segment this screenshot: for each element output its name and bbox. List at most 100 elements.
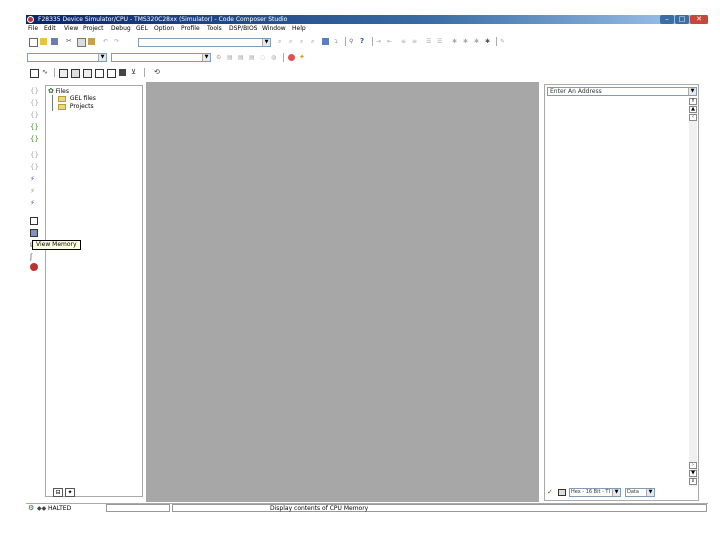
registers-icon[interactable]	[59, 69, 68, 78]
bookmark-icon[interactable]	[322, 38, 329, 45]
find-in-files-icon[interactable]: ⌕	[311, 38, 318, 45]
bookmark-list-icon[interactable]: ✱	[485, 38, 492, 45]
comment-icon[interactable]: ≡	[401, 38, 408, 45]
configuration-combo[interactable]: ▼	[111, 53, 211, 62]
symbol-browser-icon[interactable]	[107, 69, 116, 78]
bookmark-toggle-icon[interactable]: ✱	[452, 38, 459, 45]
animate-run-icon[interactable]: ⚡	[30, 199, 38, 207]
call-stack-icon[interactable]	[95, 69, 104, 78]
rebuild-icon[interactable]: ▤	[238, 54, 245, 61]
properties-icon[interactable]	[558, 489, 566, 496]
breakpoint-icon[interactable]	[288, 54, 295, 61]
menu-gel[interactable]: GEL	[136, 24, 148, 33]
file-view-tab[interactable]: ⊟	[53, 488, 63, 497]
menu-edit[interactable]: Edit	[44, 24, 56, 33]
find-icon[interactable]: ⌕	[278, 38, 285, 45]
scroll-top-icon[interactable]: ⇑	[689, 98, 697, 105]
menu-debug[interactable]: Debug	[111, 24, 131, 33]
registers-window-icon[interactable]	[30, 229, 38, 237]
memory-scrollbar[interactable]: ⇑ ▲ ‹ › ▼ ⇓	[689, 98, 697, 486]
find-prev-icon[interactable]: ⌕	[300, 38, 307, 45]
bookmark-next-icon[interactable]: ↴	[333, 38, 340, 45]
chevron-down-icon[interactable]: ▼	[688, 88, 696, 95]
uncomment-icon[interactable]: ≡	[412, 38, 419, 45]
binoculars-icon[interactable]: ⚲	[349, 38, 356, 45]
asm-step-over-icon[interactable]: {}	[30, 163, 39, 171]
menu-project[interactable]: Project	[83, 24, 104, 33]
scroll-down-icon[interactable]: ▼	[689, 470, 697, 477]
scroll-page-down-icon[interactable]: ›	[689, 462, 697, 469]
chevron-down-icon[interactable]: ▼	[262, 39, 270, 46]
asm-step-into-icon[interactable]: {}	[30, 151, 39, 159]
watch-window-icon[interactable]	[71, 69, 80, 78]
outdent-icon[interactable]: ⇤	[387, 38, 394, 45]
new-file-icon[interactable]	[29, 38, 38, 47]
undo-icon[interactable]: ↶	[103, 38, 110, 45]
minimize-button[interactable]: –	[660, 15, 674, 24]
menu-dspbios[interactable]: DSP/BIOS	[229, 24, 258, 33]
chevron-down-icon[interactable]: ▼	[612, 489, 620, 496]
cpu-load-icon[interactable]: ⊻	[131, 69, 138, 76]
graph-window-icon[interactable]: ʃ	[30, 253, 38, 261]
help-icon[interactable]: ?	[360, 38, 367, 45]
scroll-bottom-icon[interactable]: ⇓	[689, 478, 697, 485]
edit-settings-icon[interactable]: ✎	[500, 38, 507, 45]
menu-option[interactable]: Option	[154, 24, 174, 33]
maximize-button[interactable]: □	[675, 15, 689, 24]
stop-build-icon[interactable]: ◍	[271, 54, 278, 61]
menu-view[interactable]: View	[64, 24, 78, 33]
step-out-icon[interactable]: {}	[30, 111, 39, 119]
tree-node-gel-files[interactable]: GEL files	[58, 95, 96, 103]
class-view-tab[interactable]: ✦	[65, 488, 75, 497]
disassembly-icon[interactable]	[83, 69, 92, 78]
format-select[interactable]: Hex - 16 Bit - TI Style ▼	[569, 488, 621, 497]
address-input[interactable]: Enter An Address ▼	[547, 87, 697, 96]
page-select[interactable]: Data ▼	[625, 488, 655, 497]
run-to-cursor-icon[interactable]: {}	[30, 123, 39, 131]
build-options-icon[interactable]: ◌	[260, 54, 267, 61]
animate-icon[interactable]: ⟲	[154, 69, 161, 76]
build-all-icon[interactable]: ▤	[249, 54, 256, 61]
bookmark-prev-icon[interactable]: ✱	[463, 38, 470, 45]
menu-tools[interactable]: Tools	[207, 24, 222, 33]
output-window-icon[interactable]	[119, 69, 126, 76]
copy-icon[interactable]	[77, 38, 86, 47]
indent-icon[interactable]: ⇥	[376, 38, 383, 45]
search-combo[interactable]: ▼	[138, 38, 271, 47]
menu-file[interactable]: File	[28, 24, 38, 33]
paste-icon[interactable]	[88, 38, 95, 45]
menu-window[interactable]: Window	[262, 24, 286, 33]
save-icon[interactable]	[51, 38, 58, 45]
cut-icon[interactable]: ✂	[66, 38, 73, 45]
probe-point-icon[interactable]: ✦	[299, 54, 306, 61]
set-pc-icon[interactable]: {}	[30, 135, 39, 143]
chevron-down-icon[interactable]: ▼	[98, 54, 106, 61]
tab-right-icon[interactable]: ☰	[437, 38, 444, 45]
memory-window-icon[interactable]	[30, 217, 38, 225]
project-combo[interactable]: ▼	[27, 53, 107, 62]
checkmark-icon[interactable]: ✓	[547, 488, 553, 497]
breakpoint-toggle-icon[interactable]	[30, 263, 38, 271]
redo-icon[interactable]: ↷	[114, 38, 121, 45]
run-icon[interactable]: ⚡	[30, 175, 38, 183]
compile-icon[interactable]: ⚙	[216, 54, 223, 61]
menu-profile[interactable]: Profile	[181, 24, 200, 33]
scroll-page-up-icon[interactable]: ‹	[689, 114, 697, 121]
build-icon[interactable]: ▤	[227, 54, 234, 61]
bookmark-clear-icon[interactable]: ✱	[474, 38, 481, 45]
close-button[interactable]: ✕	[690, 15, 708, 24]
open-folder-icon[interactable]	[40, 38, 47, 45]
menu-help[interactable]: Help	[292, 24, 306, 33]
find-next-icon[interactable]: ⌕	[289, 38, 296, 45]
view-memory-window-icon[interactable]	[30, 69, 39, 78]
halt-icon[interactable]: ⚡	[30, 187, 38, 195]
step-over-icon[interactable]: {}	[30, 99, 39, 107]
chevron-down-icon[interactable]: ▼	[202, 54, 210, 61]
tab-left-icon[interactable]: ☰	[426, 38, 433, 45]
graph-icon[interactable]: ∿	[42, 69, 49, 76]
scroll-up-icon[interactable]: ▲	[689, 106, 697, 113]
chevron-down-icon[interactable]: ▼	[646, 489, 654, 496]
tree-node-projects[interactable]: Projects	[58, 103, 94, 111]
editor-workspace[interactable]	[146, 82, 539, 502]
step-into-icon[interactable]: {}	[30, 87, 39, 95]
